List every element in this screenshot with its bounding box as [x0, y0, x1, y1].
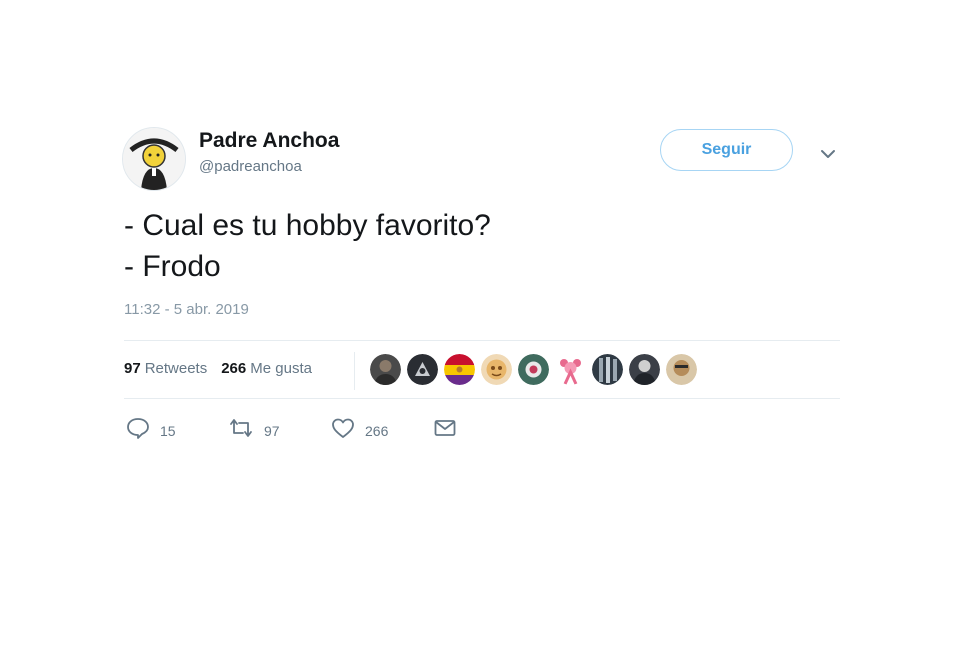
tweet-timestamp[interactable]: 11:32 - 5 abr. 2019: [124, 301, 249, 318]
tweet-line: - Frodo: [124, 250, 221, 283]
caricature-avatar-icon: [123, 128, 185, 190]
divider: [124, 340, 840, 341]
stats-separator: [354, 352, 355, 390]
tweet-menu-button[interactable]: [817, 145, 839, 163]
profile-photo-icon: [666, 354, 697, 385]
liker-avatar[interactable]: [592, 354, 623, 385]
profile-photo-icon: [407, 354, 438, 385]
retweet-count: 97: [264, 423, 280, 439]
display-name[interactable]: Padre Anchoa: [199, 129, 339, 153]
profile-photo-icon: [629, 354, 660, 385]
tweet-stats: 97 Retweets 266 Me gusta: [124, 357, 326, 379]
divider: [124, 398, 840, 399]
like-button[interactable]: 266: [331, 417, 388, 439]
liker-avatar[interactable]: [481, 354, 512, 385]
likes-count: 266: [221, 359, 247, 377]
retweets-count: 97: [124, 359, 141, 377]
liker-avatar[interactable]: [555, 354, 586, 385]
liker-avatar[interactable]: [407, 354, 438, 385]
reply-icon: [127, 418, 149, 439]
liker-avatar[interactable]: [629, 354, 660, 385]
profile-photo-icon: [592, 354, 623, 385]
follow-button[interactable]: Seguir: [660, 129, 793, 171]
retweet-button[interactable]: 97: [228, 417, 280, 439]
liker-avatar[interactable]: [444, 354, 475, 385]
pink-figure-avatar-icon: [555, 354, 586, 385]
profile-photo-icon: [518, 354, 549, 385]
user-handle[interactable]: @padreanchoa: [199, 158, 302, 175]
tweet-line: - Cual es tu hobby favorito?: [124, 209, 491, 242]
likes-stat[interactable]: 266 Me gusta: [221, 360, 312, 377]
profile-photo-icon: [370, 354, 401, 385]
like-count: 266: [365, 423, 389, 439]
liker-avatar[interactable]: [370, 354, 401, 385]
liker-avatars: [370, 354, 703, 386]
retweets-label: Retweets: [144, 359, 208, 377]
profile-photo-icon: [481, 354, 512, 385]
reply-count: 15: [160, 423, 176, 439]
retweet-icon: [230, 419, 252, 437]
chevron-down-icon: [821, 150, 835, 158]
reply-button[interactable]: 15: [126, 417, 176, 439]
tweet-text: - Cual es tu hobby favorito? - Frodo: [124, 205, 844, 287]
user-avatar[interactable]: [122, 127, 186, 191]
retweets-stat[interactable]: 97 Retweets: [124, 360, 207, 377]
direct-message-button[interactable]: [433, 417, 457, 439]
likes-label: Me gusta: [250, 359, 312, 377]
heart-icon: [332, 418, 354, 438]
liker-avatar[interactable]: [518, 354, 549, 385]
envelope-icon: [434, 420, 456, 436]
liker-avatar[interactable]: [666, 354, 697, 385]
flag-republic-avatar-icon: [444, 354, 475, 385]
tweet-page: Padre Anchoa @padreanchoa Seguir - Cual …: [0, 0, 980, 654]
